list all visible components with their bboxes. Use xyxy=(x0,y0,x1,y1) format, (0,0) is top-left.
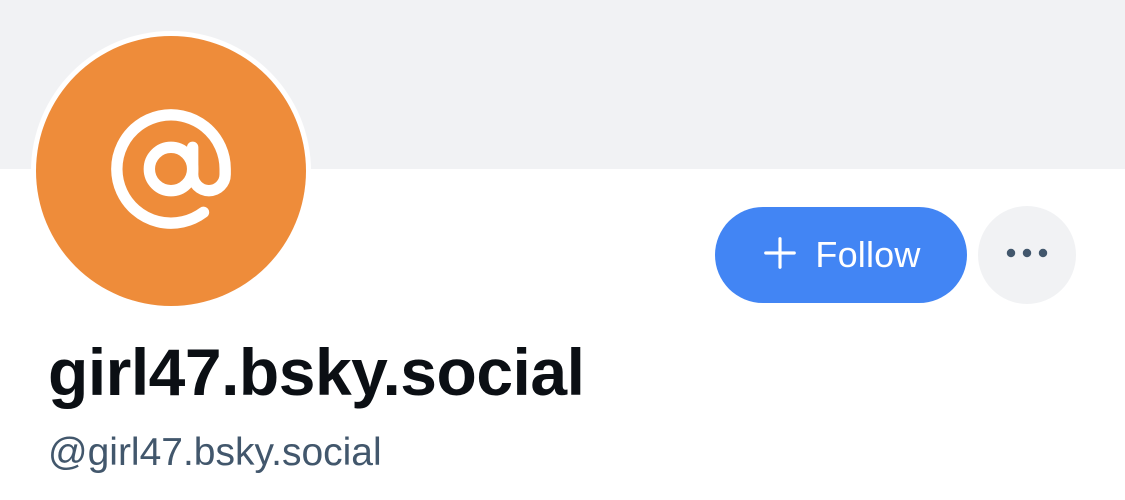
more-horizontal-icon xyxy=(1005,246,1049,264)
avatar-image xyxy=(36,36,306,306)
profile-header: Follow girl47.bsky.social @girl47.bsky.s… xyxy=(0,0,1125,500)
more-options-button[interactable] xyxy=(978,206,1076,304)
follow-button-label: Follow xyxy=(815,234,921,275)
display-name: girl47.bsky.social xyxy=(48,335,585,409)
profile-handle: @girl47.bsky.social xyxy=(48,431,382,474)
follow-button[interactable]: Follow xyxy=(715,207,967,303)
plus-icon xyxy=(761,234,799,277)
avatar[interactable] xyxy=(31,31,311,311)
at-sign-icon xyxy=(106,104,236,239)
